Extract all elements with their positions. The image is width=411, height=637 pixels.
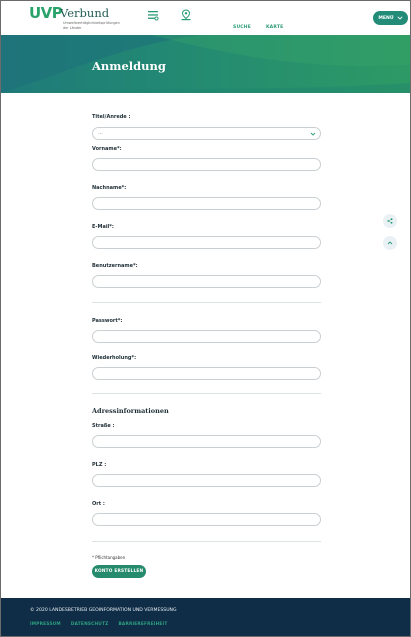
title-label: Titel/Anrede :	[92, 114, 131, 120]
title-select[interactable]: ...	[92, 127, 321, 140]
passwort-label: Passwort*:	[92, 318, 123, 324]
hero-banner: Anmeldung	[1, 35, 410, 93]
logo-subtitle: Umweltverträglichkeitsprüfungen	[63, 21, 120, 25]
create-account-button[interactable]: KONTO ERSTELLEN	[92, 565, 146, 578]
chevron-down-icon	[397, 16, 403, 20]
required-note: * Pflichtangaben	[92, 555, 126, 560]
footer-link-barrierefreiheit[interactable]: BARRIEREFREIHEIT	[118, 622, 167, 627]
hero-decoration	[1, 35, 410, 93]
nav-suche-label: SUCHE	[233, 25, 252, 30]
ort-field[interactable]	[92, 513, 321, 526]
divider	[92, 541, 321, 542]
footer-link-datenschutz[interactable]: DATENSCHUTZ	[71, 622, 109, 627]
benutzername-field[interactable]	[92, 275, 321, 288]
footer: © 2020 LANDESBETRIEB GEOINFORMATION UND …	[1, 598, 410, 636]
nav-karte-label: KARTE	[266, 25, 284, 30]
strasse-field[interactable]	[92, 435, 321, 448]
logo-uvp: UVP	[29, 4, 63, 22]
copyright: © 2020 LANDESBETRIEB GEOINFORMATION UND …	[30, 608, 177, 613]
wiederholung-field[interactable]	[92, 367, 321, 380]
wiederholung-label: Wiederholung*:	[92, 355, 137, 361]
nachname-field[interactable]	[92, 197, 321, 210]
footer-links: IMPRESSUM DATENSCHUTZ BARRIEREFREIHEIT	[30, 622, 168, 627]
vorname-label: Vorname*:	[92, 146, 122, 152]
ort-label: Ort :	[92, 501, 105, 507]
logo-subtitle-2: der Länder	[63, 26, 82, 30]
plz-field[interactable]	[92, 474, 321, 487]
search-icon	[148, 11, 159, 21]
logo-verbund: Verbund	[60, 6, 110, 20]
nav-karte[interactable]: KARTE	[175, 9, 283, 30]
vorname-field[interactable]	[92, 158, 321, 171]
menu-label: MENÜ	[378, 15, 394, 21]
share-button[interactable]	[383, 214, 397, 228]
page-title: Anmeldung	[92, 59, 166, 73]
map-icon	[181, 9, 191, 21]
strasse-label: Straße :	[92, 423, 115, 429]
header: UVP Verbund Umweltverträglichkeitsprüfun…	[1, 1, 410, 35]
email-label: E-Mail*:	[92, 224, 114, 230]
passwort-field[interactable]	[92, 330, 321, 343]
logo[interactable]: UVP Verbund Umweltverträglichkeitsprüfun…	[29, 4, 120, 32]
menu-button[interactable]: MENÜ	[373, 11, 408, 25]
email-field[interactable]	[92, 236, 321, 249]
chevron-down-icon	[310, 132, 316, 136]
chevron-up-icon	[387, 241, 393, 245]
footer-link-impressum[interactable]: IMPRESSUM	[30, 622, 61, 627]
title-select-value: ...	[98, 130, 103, 136]
benutzername-label: Benutzername*:	[92, 263, 138, 269]
page-frame: UVP Verbund Umweltverträglichkeitsprüfun…	[0, 0, 411, 637]
divider	[92, 393, 321, 394]
back-to-top-button[interactable]	[383, 236, 397, 250]
nav-suche[interactable]: SUCHE	[142, 9, 251, 30]
share-icon	[387, 218, 393, 224]
address-section-title: Adressinformationen	[92, 407, 169, 415]
nachname-label: Nachname*:	[92, 185, 127, 191]
plz-label: PLZ :	[92, 462, 107, 468]
divider	[92, 302, 321, 303]
